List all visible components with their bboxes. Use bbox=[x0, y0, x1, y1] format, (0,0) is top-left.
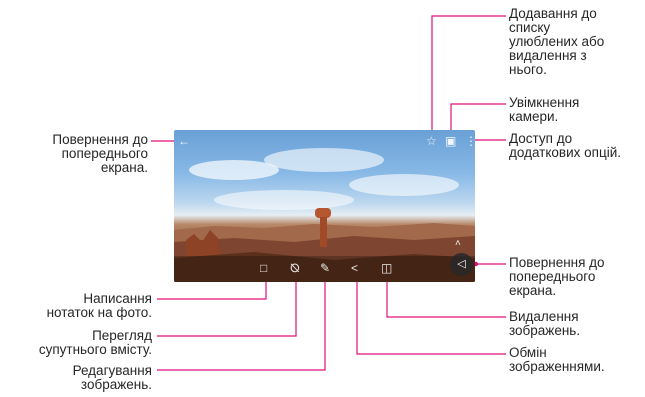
camera-icon[interactable]: ▣ bbox=[445, 135, 456, 147]
chevron-up-icon[interactable]: ˄ bbox=[455, 238, 461, 250]
callout-delete: Видалення зображень. bbox=[509, 309, 581, 338]
star-icon[interactable]: ☆ bbox=[426, 135, 437, 147]
callout-edit: Редагування зображень. bbox=[72, 363, 152, 392]
related-content-icon[interactable]: ⦰ bbox=[290, 262, 300, 274]
callout-back-right: Повернення до попереднього екрана. bbox=[509, 255, 605, 298]
callout-camera: Увімкнення камери. bbox=[509, 95, 580, 124]
more-vertical-icon[interactable]: ⋮ bbox=[465, 135, 475, 147]
callout-options: Доступ до додаткових опцій. bbox=[509, 131, 621, 160]
nav-back-icon[interactable]: ◁ bbox=[450, 253, 473, 276]
callout-related: Перегляд супутнього вмісту. bbox=[38, 328, 152, 357]
callout-notes: Написання нотаток на фото. bbox=[46, 291, 152, 320]
callout-share: Обмін зображеннями. bbox=[509, 345, 605, 374]
share-icon[interactable]: < bbox=[351, 262, 358, 274]
callout-favorites: Додавання до списку улюблених або видале… bbox=[509, 6, 605, 77]
back-arrow-icon[interactable]: ← bbox=[178, 135, 190, 147]
trash-icon[interactable]: ◫ bbox=[381, 262, 392, 274]
note-icon[interactable]: □ bbox=[260, 262, 267, 274]
photo-viewer-screen: ← ☆ ▣ ⋮ ˄ □ ⦰ ✎ < ◫ ◁ bbox=[174, 130, 475, 282]
callout-back-left: Повернення до попереднього екрана. bbox=[52, 132, 148, 175]
pencil-icon[interactable]: ✎ bbox=[320, 262, 330, 274]
